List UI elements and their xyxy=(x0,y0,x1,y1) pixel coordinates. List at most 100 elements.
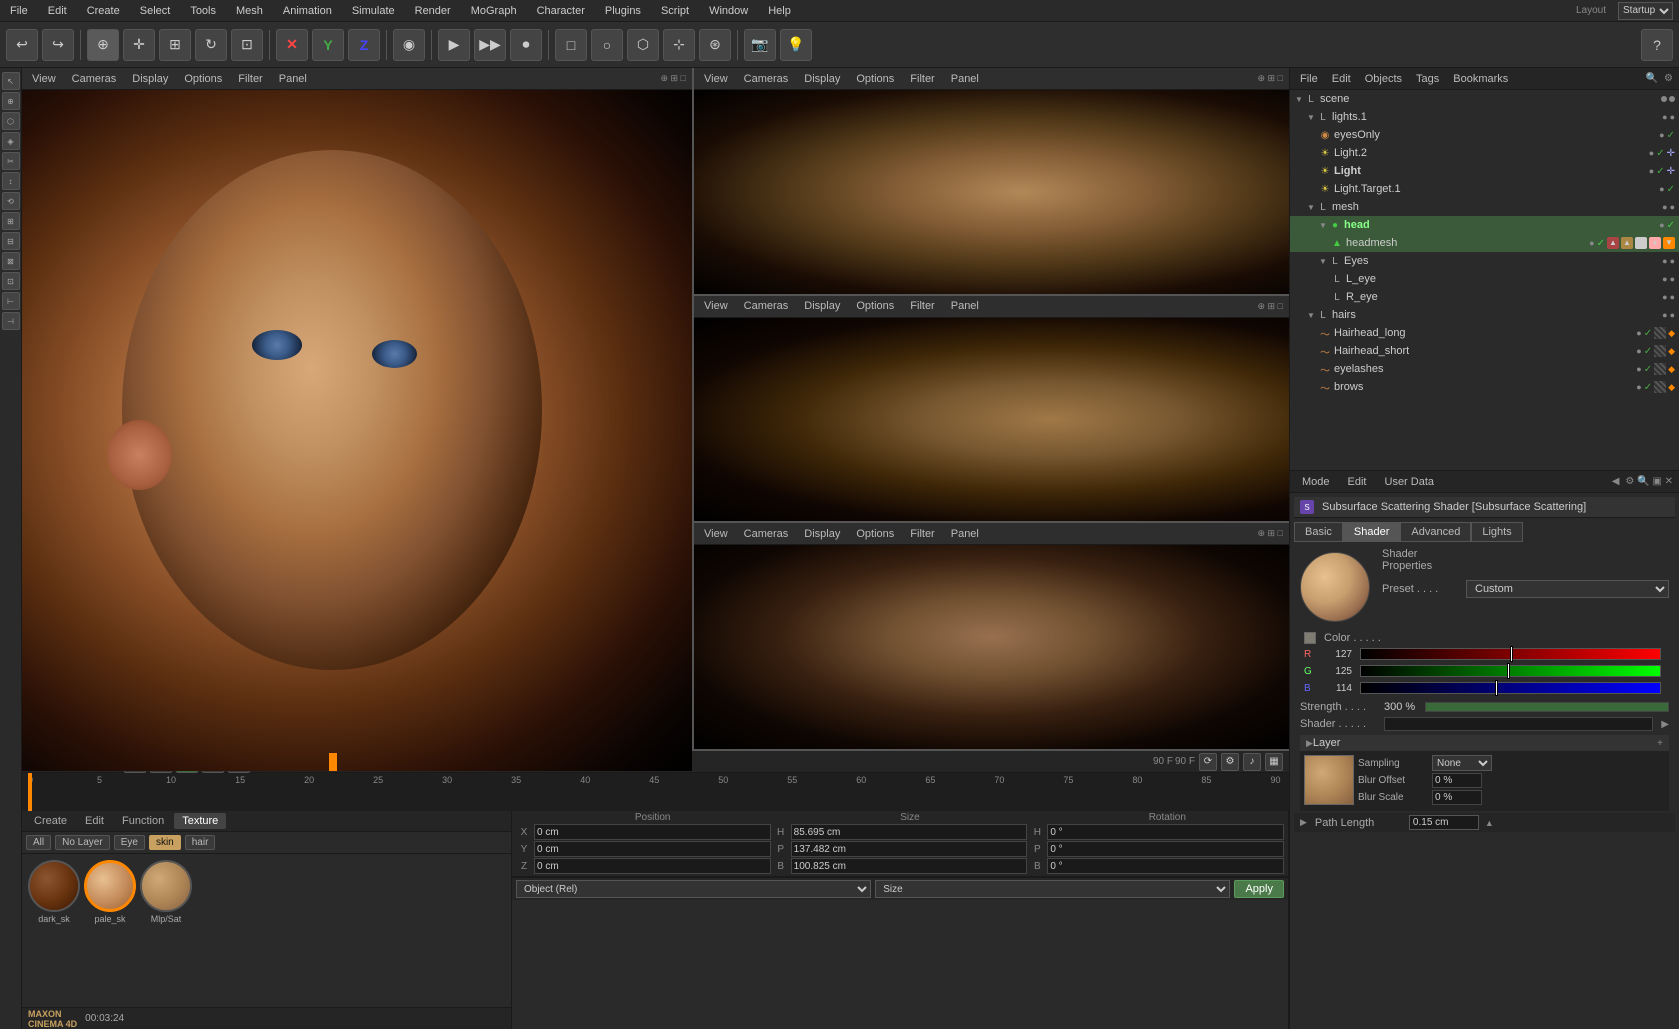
cube-button[interactable]: □ xyxy=(555,29,587,61)
left-tool-4[interactable]: ◈ xyxy=(2,132,20,150)
tree-head[interactable]: ▼ ● head ● ✓ xyxy=(1290,216,1679,234)
camera-button[interactable]: 📷 xyxy=(744,29,776,61)
tab-create[interactable]: Create xyxy=(26,813,75,829)
material-pale-sk[interactable]: pale_sk xyxy=(84,860,136,924)
redo-button[interactable]: ↪ xyxy=(42,29,74,61)
left-tool-9[interactable]: ⊟ xyxy=(2,232,20,250)
edit-btn[interactable]: Edit xyxy=(1342,475,1373,489)
layer-header[interactable]: ▶ Layer + xyxy=(1300,735,1669,751)
tree-eyesonly[interactable]: ◉ eyesOnly ● ✓ xyxy=(1290,126,1679,144)
tree-reye[interactable]: L R_eye ● ● xyxy=(1290,288,1679,306)
menu-window[interactable]: Window xyxy=(705,3,752,19)
menu-render[interactable]: Render xyxy=(411,3,455,19)
sound-button[interactable]: ♪ xyxy=(1243,753,1261,771)
menu-tools[interactable]: Tools xyxy=(186,3,220,19)
object-tree[interactable]: ▼ L scene ▼ L lights.1 ● ● ◉ xyxy=(1290,90,1679,470)
vp-tr-filter[interactable]: Filter xyxy=(906,72,938,86)
left-tool-11[interactable]: ⊡ xyxy=(2,272,20,290)
tree-hairs[interactable]: ▼ L hairs ● ● xyxy=(1290,306,1679,324)
play-options-button[interactable]: ▶▶ xyxy=(474,29,506,61)
mode-back-icon[interactable]: ◀ xyxy=(1612,476,1620,487)
filter-hair[interactable]: hair xyxy=(185,835,216,850)
object-mode-button[interactable]: ◉ xyxy=(393,29,425,61)
vp-mr-cameras[interactable]: Cameras xyxy=(740,299,793,313)
mode-btn[interactable]: Mode xyxy=(1296,475,1336,489)
tree-hairshort[interactable]: 〜 Hairhead_short ● ✓ ◆ xyxy=(1290,342,1679,360)
menu-select[interactable]: Select xyxy=(136,3,175,19)
tree-brows[interactable]: 〜 brows ● ✓ ◆ xyxy=(1290,378,1679,396)
tree-headmesh[interactable]: ▲ headmesh ● ✓ ▲ ▲ ○ ♦ ▼ xyxy=(1290,234,1679,252)
tree-mesh[interactable]: ▼ L mesh ● ● xyxy=(1290,198,1679,216)
vp-br-options[interactable]: Options xyxy=(852,527,898,541)
b-slider-track[interactable] xyxy=(1360,682,1661,694)
vp-mr-filter[interactable]: Filter xyxy=(906,299,938,313)
menu-help[interactable]: Help xyxy=(764,3,795,19)
expand-mesh[interactable]: ▼ xyxy=(1306,202,1316,212)
expand-eyes[interactable]: ▼ xyxy=(1318,256,1328,266)
left-tool-7[interactable]: ⟲ xyxy=(2,192,20,210)
shader-tab-advanced[interactable]: Advanced xyxy=(1400,522,1471,542)
om-objects-btn[interactable]: Objects xyxy=(1361,72,1406,86)
timeline-track[interactable]: 0 5 10 15 20 25 30 35 40 45 50 55 60 65 xyxy=(22,773,1289,811)
tab-edit[interactable]: Edit xyxy=(77,813,112,829)
g-slider-track[interactable] xyxy=(1360,665,1661,677)
vp-main-filter[interactable]: Filter xyxy=(234,72,266,86)
vp-mr-panel[interactable]: Panel xyxy=(947,299,983,313)
menu-animation[interactable]: Animation xyxy=(279,3,336,19)
z-axis-button[interactable]: Z xyxy=(348,29,380,61)
left-tool-2[interactable]: ⊕ xyxy=(2,92,20,110)
menu-character[interactable]: Character xyxy=(533,3,589,19)
menu-edit[interactable]: Edit xyxy=(44,3,71,19)
tree-light2[interactable]: ☀ Light.2 ● ✓ ✛ xyxy=(1290,144,1679,162)
lights-button[interactable]: 💡 xyxy=(780,29,812,61)
expand-hairs[interactable]: ▼ xyxy=(1306,310,1316,320)
left-tool-13[interactable]: ⊣ xyxy=(2,312,20,330)
r-slider-track[interactable] xyxy=(1360,648,1661,660)
shader-tab-shader[interactable]: Shader xyxy=(1343,522,1400,542)
left-tool-5[interactable]: ✂ xyxy=(2,152,20,170)
expand-lights1[interactable]: ▼ xyxy=(1306,112,1316,122)
z-size-input[interactable] xyxy=(791,858,1028,874)
blur-scale-input[interactable] xyxy=(1432,790,1482,805)
z-pos-input[interactable] xyxy=(534,858,771,874)
vp-br-render[interactable] xyxy=(694,545,1289,749)
vp-br-display[interactable]: Display xyxy=(800,527,844,541)
tab-function[interactable]: Function xyxy=(114,813,172,829)
left-tool-1[interactable]: ↖ xyxy=(2,72,20,90)
size-dropdown[interactable]: Size xyxy=(875,880,1230,898)
shader-expand-btn[interactable]: ▶ xyxy=(1661,719,1669,730)
layer-add-btn[interactable]: + xyxy=(1657,738,1663,749)
scale-tool-button[interactable]: ⊞ xyxy=(159,29,191,61)
om-edit-btn[interactable]: Edit xyxy=(1328,72,1355,86)
vp-tr-display[interactable]: Display xyxy=(800,72,844,86)
vp-br-panel[interactable]: Panel xyxy=(947,527,983,541)
blur-offset-input[interactable] xyxy=(1432,773,1482,788)
main-render-view[interactable] xyxy=(22,90,692,771)
path-unit-btn[interactable]: ▲ xyxy=(1485,818,1494,828)
path-length-input[interactable] xyxy=(1409,815,1479,830)
select-tool-button[interactable]: ⊕ xyxy=(87,29,119,61)
x-pos-input[interactable] xyxy=(534,824,771,840)
sphere-button[interactable]: ○ xyxy=(591,29,623,61)
snap-button[interactable]: ⊹ xyxy=(663,29,695,61)
timeline-scrub-area[interactable] xyxy=(329,753,1149,771)
vp-mr-display[interactable]: Display xyxy=(800,299,844,313)
strength-bar[interactable] xyxy=(1425,702,1669,712)
vp-mr-render[interactable] xyxy=(694,318,1289,522)
x-size-input[interactable] xyxy=(791,824,1028,840)
viewport-bot-right[interactable]: View Cameras Display Options Filter Pane… xyxy=(694,523,1289,749)
tree-lighttarget1[interactable]: ☀ Light.Target.1 ● ✓ xyxy=(1290,180,1679,198)
menu-mograph[interactable]: MoGraph xyxy=(467,3,521,19)
z-rot-input[interactable] xyxy=(1047,858,1284,874)
viewport-mid-right[interactable]: View Cameras Display Options Filter Pane… xyxy=(694,296,1289,524)
left-tool-8[interactable]: ⊞ xyxy=(2,212,20,230)
tree-leye[interactable]: L L_eye ● ● xyxy=(1290,270,1679,288)
shader-tab-lights[interactable]: Lights xyxy=(1471,522,1522,542)
om-file-btn[interactable]: File xyxy=(1296,72,1322,86)
render-preview-button[interactable]: ▦ xyxy=(1265,753,1283,771)
viewport-top-right[interactable]: View Cameras Display Options Filter Pane… xyxy=(694,68,1289,296)
left-tool-6[interactable]: ↕ xyxy=(2,172,20,190)
om-tags-btn[interactable]: Tags xyxy=(1412,72,1443,86)
main-viewport[interactable]: View Cameras Display Options Filter Pane… xyxy=(22,68,694,749)
menu-plugins[interactable]: Plugins xyxy=(601,3,645,19)
